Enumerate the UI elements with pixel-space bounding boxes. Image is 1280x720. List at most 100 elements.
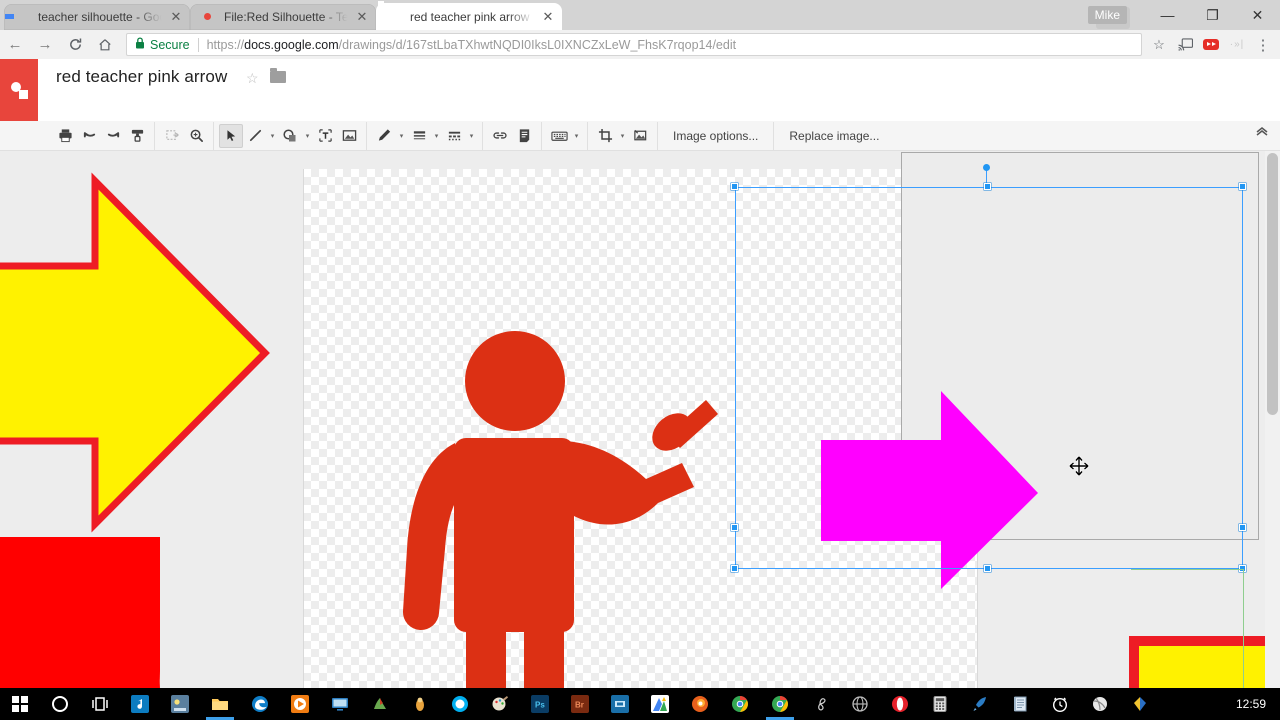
address-bar[interactable]: Secure https://docs.google.com/drawings/… (126, 33, 1142, 56)
line-color-caret-icon[interactable]: ▾ (396, 124, 407, 148)
vertical-scrollbar-thumb[interactable] (1267, 153, 1278, 415)
task-view-icon[interactable] (80, 688, 120, 720)
chrome-icon-b[interactable] (760, 688, 800, 720)
drawing-canvas-area[interactable]: R (0, 151, 1280, 688)
bridge-icon[interactable]: Br (560, 688, 600, 720)
maximize-button[interactable]: ❐ (1190, 0, 1235, 30)
photoshop-icon[interactable]: Ps (520, 688, 560, 720)
paint-icon[interactable] (480, 688, 520, 720)
monitor-icon[interactable] (320, 688, 360, 720)
collapse-toolbar-icon[interactable] (1254, 124, 1270, 141)
shape-tool-icon[interactable] (278, 124, 302, 148)
fan-icon[interactable] (800, 688, 840, 720)
star-document-icon[interactable]: ☆ (246, 70, 259, 87)
svg-text:Ps: Ps (535, 701, 545, 710)
crop-caret-icon[interactable]: ▾ (617, 124, 628, 148)
zoom-icon[interactable] (184, 124, 208, 148)
zoom-to-fit-icon[interactable] (160, 124, 184, 148)
resize-handle-top-left[interactable] (731, 183, 738, 190)
redo-icon[interactable] (101, 124, 125, 148)
selection-bounding-box[interactable] (735, 187, 1243, 569)
cortana-search-icon[interactable] (40, 688, 80, 720)
line-dash-icon[interactable] (442, 124, 466, 148)
skype-icon[interactable] (440, 688, 480, 720)
reload-icon[interactable] (60, 30, 90, 59)
picasa-icon[interactable] (640, 688, 680, 720)
chrome-menu-icon[interactable]: ⋮ (1250, 32, 1276, 58)
line-dash-caret-icon[interactable]: ▾ (466, 124, 477, 148)
notepad-icon[interactable] (1000, 688, 1040, 720)
document-title[interactable]: red teacher pink arrow (56, 67, 227, 87)
tab-close-icon[interactable]: ✕ (354, 9, 370, 25)
resize-handle-top-right[interactable] (1239, 183, 1246, 190)
profile-name-chip[interactable]: Mike (1088, 6, 1127, 24)
resize-handle-middle-left[interactable] (731, 524, 738, 531)
tab-close-icon[interactable]: ✕ (168, 9, 184, 25)
chrome-icon-a[interactable] (720, 688, 760, 720)
taskbar-clock[interactable]: 12:59 (1236, 697, 1266, 711)
keyboard-icon[interactable] (547, 124, 571, 148)
insert-comment-icon[interactable] (512, 124, 536, 148)
move-cursor (1069, 456, 1089, 476)
app-icon-3[interactable] (600, 688, 640, 720)
rotation-handle[interactable] (983, 164, 990, 171)
tab-close-icon[interactable]: ✕ (540, 9, 556, 25)
edge-icon[interactable] (240, 688, 280, 720)
line-tool-icon[interactable] (243, 124, 267, 148)
mask-image-icon[interactable] (628, 124, 652, 148)
back-icon[interactable]: ← (0, 30, 30, 59)
minimize-button[interactable]: — (1145, 0, 1190, 30)
paint-format-icon[interactable] (125, 124, 149, 148)
line-color-icon[interactable] (372, 124, 396, 148)
rocket-icon[interactable] (960, 688, 1000, 720)
vlc-icon[interactable] (280, 688, 320, 720)
resize-handle-bottom-center[interactable] (984, 565, 991, 572)
resize-handle-middle-right[interactable] (1239, 524, 1246, 531)
globe-icon[interactable] (840, 688, 880, 720)
browser-toolbar: ← → Secure https://docs.google.com/drawi… (0, 30, 1280, 59)
calculator-icon[interactable] (920, 688, 960, 720)
undo-icon[interactable] (77, 124, 101, 148)
app-icon-2[interactable] (400, 688, 440, 720)
resize-handle-top-center[interactable] (984, 183, 991, 190)
snap-guide-horizontal (1131, 569, 1243, 570)
print-icon[interactable] (53, 124, 77, 148)
forward-icon[interactable]: → (30, 30, 60, 59)
toolbar-group-insert (483, 122, 542, 150)
star-icon[interactable]: ☆ (1146, 32, 1172, 58)
groove-music-icon[interactable] (120, 688, 160, 720)
ball-icon[interactable] (1080, 688, 1120, 720)
line-weight-caret-icon[interactable]: ▾ (431, 124, 442, 148)
crop-icon[interactable] (593, 124, 617, 148)
clock-icon[interactable] (1040, 688, 1080, 720)
windows-start-icon[interactable] (0, 688, 40, 720)
browser-tab-3-active[interactable]: red teacher pink arrow - ✕ (376, 3, 562, 30)
text-box-icon[interactable] (313, 124, 337, 148)
extension-icon[interactable]: ·»| (1224, 32, 1250, 58)
shape-tool-caret-icon[interactable]: ▾ (302, 124, 313, 148)
insert-image-icon[interactable] (337, 124, 361, 148)
toolbar-group-file (48, 122, 155, 150)
file-explorer-icon[interactable] (200, 688, 240, 720)
insert-link-icon[interactable] (488, 124, 512, 148)
folder-icon[interactable] (270, 71, 286, 83)
line-tool-caret-icon[interactable]: ▾ (267, 124, 278, 148)
app-icon-1[interactable] (360, 688, 400, 720)
weather-icon[interactable] (160, 688, 200, 720)
home-icon[interactable] (90, 30, 120, 59)
image-options-button[interactable]: Image options... (663, 122, 768, 150)
close-button[interactable]: ✕ (1235, 0, 1280, 30)
logo-icon[interactable] (1120, 688, 1160, 720)
select-tool-icon[interactable] (219, 124, 243, 148)
browser-tab-2[interactable]: File:Red Silhouette - Tea ✕ (190, 4, 376, 30)
line-weight-icon[interactable] (407, 124, 431, 148)
firefox-icon[interactable] (680, 688, 720, 720)
replace-image-button[interactable]: Replace image... (779, 122, 889, 150)
opera-icon[interactable] (880, 688, 920, 720)
cast-icon[interactable] (1172, 32, 1198, 58)
browser-tab-1[interactable]: teacher silhouette - Goo ✕ (4, 4, 190, 30)
youtube-extension-icon[interactable] (1198, 32, 1224, 58)
url-host: docs.google.com (244, 38, 339, 52)
keyboard-caret-icon[interactable]: ▾ (571, 124, 582, 148)
resize-handle-bottom-left[interactable] (731, 565, 738, 572)
